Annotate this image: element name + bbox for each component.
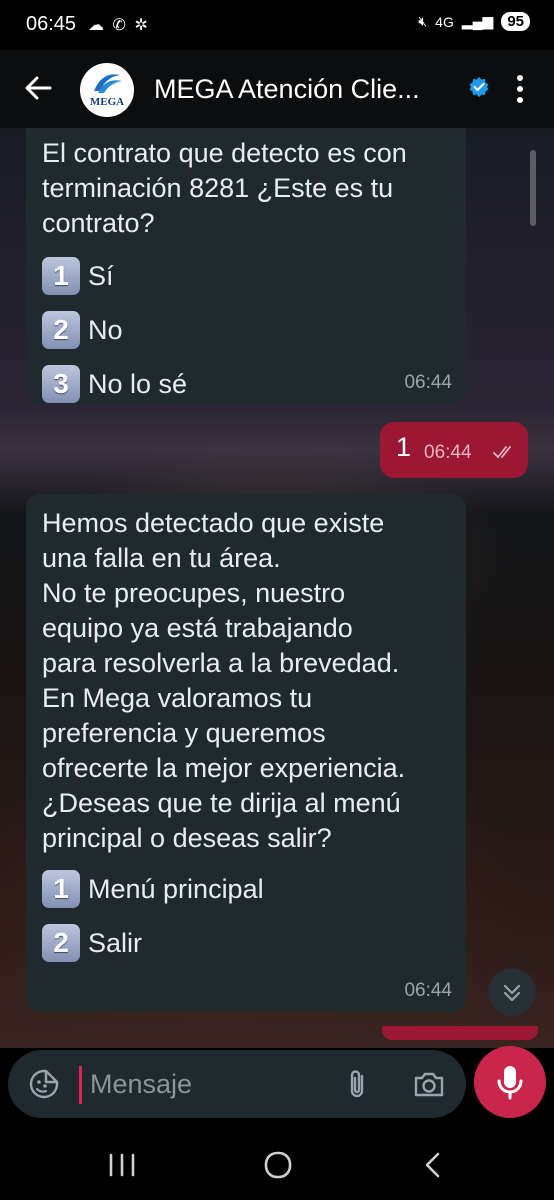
message-time: 06:44 — [404, 980, 452, 1001]
option-label: Menú principal — [88, 873, 264, 904]
message-text: Hemos detectado que existe una falla en … — [42, 508, 406, 853]
sticker-icon[interactable] — [28, 1068, 60, 1100]
status-right: 🔇︎ 4G ▂▄▆ 95 — [418, 12, 530, 31]
contact-avatar[interactable]: MEGA — [80, 63, 134, 117]
option-label: No lo sé — [88, 368, 188, 399]
status-time: 06:45 — [26, 13, 77, 35]
battery-icon: 95 — [501, 12, 530, 31]
keycap-1-icon: 1 — [42, 870, 80, 908]
microphone-icon — [497, 1066, 523, 1100]
home-icon[interactable] — [258, 1148, 298, 1182]
incoming-message[interactable]: El contrato que detecto es con terminaci… — [26, 128, 466, 404]
whatsapp-icon: ✆ — [112, 17, 128, 34]
option-item: 1 Menú principal — [42, 870, 462, 908]
pinwheel-icon: ✲ — [134, 17, 150, 34]
option-label: Salir — [88, 927, 143, 958]
verified-badge-icon — [469, 77, 489, 97]
battery-level: 95 — [507, 13, 524, 30]
mute-icon: 🔇︎ — [418, 13, 428, 29]
back-arrow-icon[interactable] — [22, 70, 54, 106]
chat-area[interactable]: El contrato que detecto es con terminaci… — [0, 128, 554, 1048]
message-text: 1 — [396, 432, 412, 462]
mega-logo-icon — [94, 74, 122, 93]
signal-icon: ▂▄▆ — [461, 13, 494, 29]
outgoing-message[interactable]: 1 06:44 — [380, 422, 528, 478]
camera-icon[interactable] — [412, 1068, 446, 1100]
outgoing-message-partial — [382, 1026, 538, 1040]
network-type: 4G — [435, 13, 454, 30]
cloud-icon: ☁ — [88, 17, 106, 34]
option-item: 1 Sí — [42, 257, 462, 295]
message-input[interactable] — [90, 1066, 340, 1102]
option-item: 2 No — [42, 311, 462, 349]
recent-apps-icon[interactable] — [102, 1148, 142, 1182]
chat-header: MEGA MEGA Atención Clie... — [0, 50, 554, 128]
message-composer — [8, 1050, 466, 1118]
message-time: 06:44 — [424, 442, 472, 463]
contact-name[interactable]: MEGA Atención Clie... — [154, 74, 420, 105]
notification-icons: ☁ ✆ ✲ — [88, 15, 150, 35]
scrollbar-thumb[interactable] — [530, 150, 536, 226]
keycap-3-icon: 3 — [42, 365, 80, 403]
option-item: 2 Salir — [42, 924, 462, 962]
keycap-2-icon: 2 — [42, 924, 80, 962]
avatar-text: MEGA — [89, 96, 125, 108]
more-options-icon[interactable] — [510, 72, 530, 106]
keycap-1-icon: 1 — [42, 257, 80, 295]
option-item: 3 No lo sé — [42, 365, 462, 403]
keycap-2-icon: 2 — [42, 311, 80, 349]
option-label: Sí — [88, 260, 114, 291]
double-check-icon — [493, 446, 511, 459]
system-nav-bar — [0, 1128, 554, 1200]
voice-message-button[interactable] — [474, 1046, 546, 1118]
status-bar: 06:45 ☁ ✆ ✲ 🔇︎ 4G ▂▄▆ 95 — [0, 0, 554, 50]
option-label: No — [88, 314, 123, 345]
chevron-double-down-icon — [503, 984, 521, 1002]
incoming-message[interactable]: Hemos detectado que existe una falla en … — [26, 494, 466, 1012]
attach-icon[interactable] — [342, 1068, 372, 1100]
back-nav-icon[interactable] — [414, 1148, 454, 1182]
message-time: 06:44 — [404, 372, 452, 393]
message-text: El contrato que detecto es con terminaci… — [42, 138, 407, 238]
text-cursor — [79, 1066, 82, 1104]
scroll-to-bottom-button[interactable] — [488, 968, 536, 1016]
